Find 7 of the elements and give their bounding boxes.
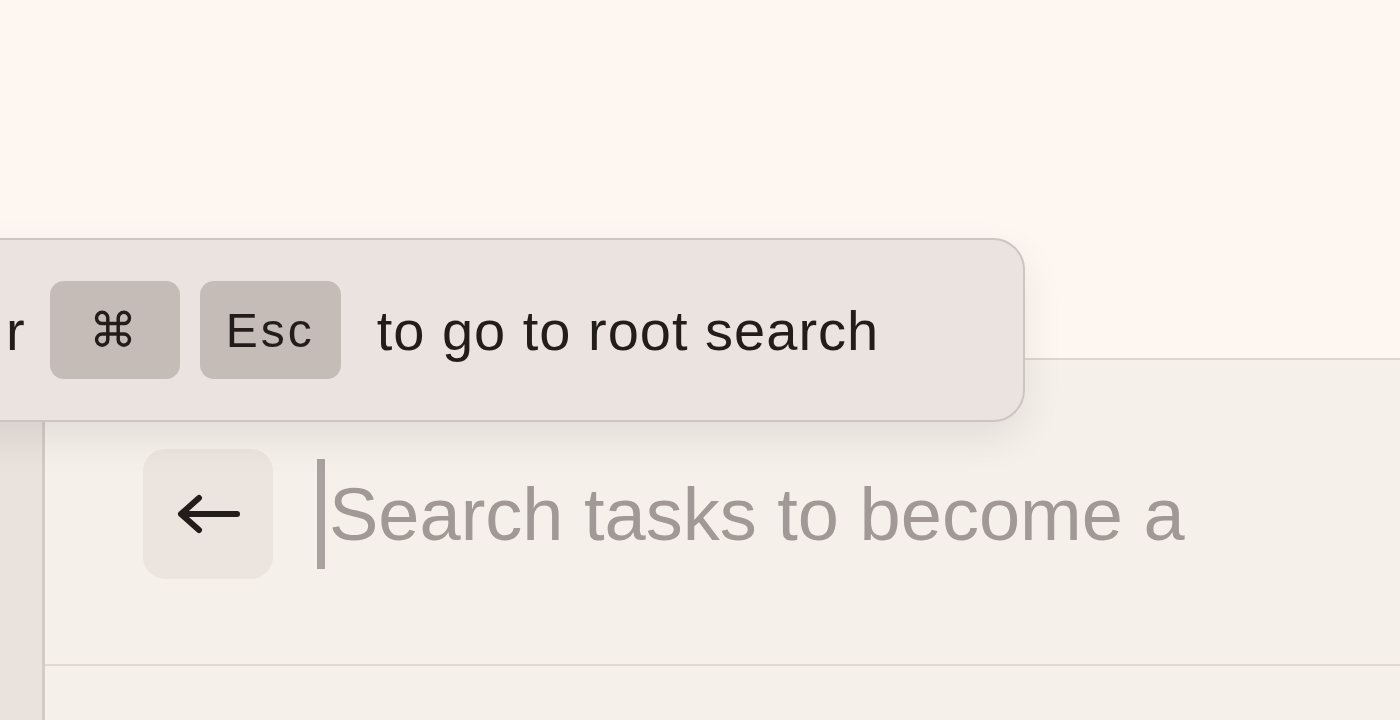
hint-text: to go to root search — [376, 297, 880, 363]
hint-text: r — [6, 297, 26, 363]
back-button[interactable] — [143, 449, 273, 579]
left-arrow-icon — [175, 494, 241, 534]
search-field[interactable]: Search tasks to become a — [325, 471, 1400, 557]
key-cap: Esc — [199, 281, 341, 379]
key-cap: ⌘ — [49, 281, 180, 379]
